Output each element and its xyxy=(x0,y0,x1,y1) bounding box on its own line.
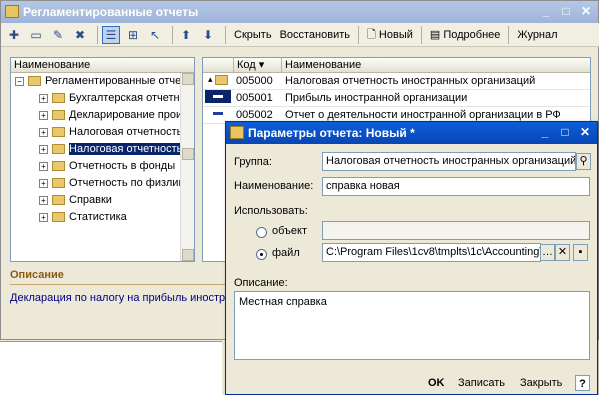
browse-icon[interactable]: … xyxy=(540,244,555,261)
help-icon[interactable]: ? xyxy=(575,375,590,391)
tree-column-header[interactable]: Наименование xyxy=(11,58,194,73)
desktop: Регламентированные отчеты _ □ ✕ ✚ ▭ ✎ ✖ … xyxy=(0,0,599,395)
object-radio[interactable] xyxy=(256,227,267,238)
folder-up-icon: ▴ xyxy=(205,73,231,86)
reports-window-title: Регламентированные отчеты xyxy=(23,5,199,19)
tree-item[interactable]: +Декларирование производства xyxy=(39,107,194,124)
collapse-icon[interactable]: − xyxy=(15,76,24,86)
object-label: объект xyxy=(272,225,308,237)
open-folder-icon[interactable]: ▭ xyxy=(27,26,45,44)
dialog-title-bar[interactable]: Параметры отчета: Новый * _ □ ✕ xyxy=(226,122,597,144)
details-button[interactable]: ▤ Подробнее xyxy=(426,26,505,44)
scroll-thumb[interactable] xyxy=(182,148,194,160)
description-textarea[interactable]: Местная справка xyxy=(234,291,590,360)
reports-title-bar[interactable]: Регламентированные отчеты _ □ ✕ xyxy=(1,1,598,23)
ok-button[interactable]: OK xyxy=(428,375,445,391)
file-label: файл xyxy=(272,247,300,259)
close-icon[interactable]: ✕ xyxy=(577,4,595,20)
folder-icon xyxy=(52,195,65,206)
tree-view-icon[interactable]: ☰ xyxy=(102,25,120,44)
scroll-down-icon[interactable] xyxy=(182,249,194,261)
expand-icon[interactable]: + xyxy=(39,144,48,154)
object-field[interactable] xyxy=(322,221,590,240)
journal-button[interactable]: Журнал xyxy=(513,26,561,44)
minimize-icon[interactable]: _ xyxy=(537,4,555,20)
search-icon[interactable]: ⚲ xyxy=(576,153,591,170)
file-path-field[interactable]: C:\Program Files\1cv8\tmplts\1c\Accounti… xyxy=(322,243,541,262)
group-label: Группа: xyxy=(234,156,272,168)
desc-label: Описание: xyxy=(234,277,288,289)
minimize-icon[interactable]: _ xyxy=(536,125,554,141)
tree-item-selected[interactable]: + Налоговая отчетность xyxy=(39,141,185,158)
name-column-header[interactable]: Наименование xyxy=(282,58,590,73)
code-column-header[interactable]: Код ▾ xyxy=(234,58,282,73)
maximize-icon[interactable]: □ xyxy=(557,4,575,20)
folder-icon xyxy=(28,76,41,87)
name-label: Наименование: xyxy=(234,180,314,192)
scroll-up-icon[interactable] xyxy=(182,73,194,85)
file-radio[interactable] xyxy=(256,249,267,260)
tree-item[interactable]: + Отчетность по физлицам xyxy=(39,175,194,192)
close-icon[interactable]: ✕ xyxy=(576,125,594,141)
folder-icon xyxy=(52,161,65,172)
table-row[interactable]: 005001 Прибыль иностранной организации xyxy=(203,90,590,107)
expand-icon[interactable]: + xyxy=(39,178,48,188)
maximize-icon[interactable]: □ xyxy=(556,125,574,141)
reports-folder-icon xyxy=(5,5,19,18)
expand-icon[interactable]: + xyxy=(39,127,48,137)
document-icon: 🗋 xyxy=(367,28,376,41)
tree-item[interactable]: + Статистика xyxy=(39,209,127,226)
folder-icon xyxy=(52,93,65,104)
dialog-title: Параметры отчета: Новый * xyxy=(248,126,415,140)
folder-icon xyxy=(52,212,65,223)
hide-button[interactable]: Скрыть xyxy=(230,26,276,44)
tree-scrollbar[interactable] xyxy=(180,73,194,261)
restore-button[interactable]: Восстановить xyxy=(276,26,354,44)
folder-icon xyxy=(52,178,65,189)
use-label: Использовать: xyxy=(234,205,308,217)
close-button[interactable]: Закрыть xyxy=(520,375,562,391)
table-row[interactable]: ▴ 005000 Налоговая отчетность иностранны… xyxy=(203,73,590,90)
save-file-icon[interactable]: ▪ xyxy=(573,244,588,261)
tree-item-root[interactable]: − Регламентированные отчеты xyxy=(15,73,194,90)
folder-icon xyxy=(52,127,65,138)
tree-item[interactable]: + Бухгалтерская отчетность xyxy=(39,90,194,107)
delete-icon[interactable]: ✖ xyxy=(71,26,89,44)
description-label: Описание xyxy=(10,269,64,281)
hierarchy-icon[interactable]: ⊞ xyxy=(124,26,142,44)
arrow-down-icon[interactable]: ⬇ xyxy=(199,26,217,44)
expand-icon[interactable]: + xyxy=(39,161,48,171)
folder-icon xyxy=(52,144,65,155)
sort-down-icon: ▾ xyxy=(258,59,265,71)
edit-icon[interactable]: ✎ xyxy=(49,26,67,44)
name-field[interactable]: справка новая xyxy=(322,177,590,196)
new-button[interactable]: 🗋 Новый xyxy=(363,26,417,44)
report-params-dialog: Параметры отчета: Новый * _ □ ✕ Группа: … xyxy=(225,121,598,395)
tree-item[interactable]: + Справки xyxy=(39,192,112,209)
add-folder-icon[interactable]: ✚ xyxy=(5,26,23,44)
tree-item[interactable]: + Налоговая отчетность xyxy=(39,124,182,141)
groups-tree[interactable]: Наименование − Регламентированные отчеты … xyxy=(10,57,195,262)
book-icon: ▤ xyxy=(429,28,441,41)
report-icon xyxy=(205,90,231,103)
save-button[interactable]: Записать xyxy=(458,375,505,391)
expand-icon[interactable]: + xyxy=(39,93,48,103)
expand-icon[interactable]: + xyxy=(39,110,48,120)
expand-icon[interactable]: + xyxy=(39,212,48,222)
dialog-form-icon xyxy=(230,126,244,139)
select-icon[interactable]: ↖ xyxy=(146,26,164,44)
group-field[interactable]: Налоговая отчетность иностранных организ… xyxy=(322,152,576,171)
arrow-up-icon[interactable]: ⬆ xyxy=(177,26,195,44)
reports-toolbar: ✚ ▭ ✎ ✖ ☰ ⊞ ↖ ⬆ ⬇ Скрыть Восстановить 🗋 … xyxy=(1,23,599,47)
tree-item[interactable]: + Отчетность в фонды xyxy=(39,158,175,175)
report-icon xyxy=(205,107,231,120)
expand-icon[interactable]: + xyxy=(39,195,48,205)
background-area xyxy=(0,341,222,395)
folder-icon xyxy=(52,110,65,121)
clear-icon[interactable]: ✕ xyxy=(555,244,570,261)
